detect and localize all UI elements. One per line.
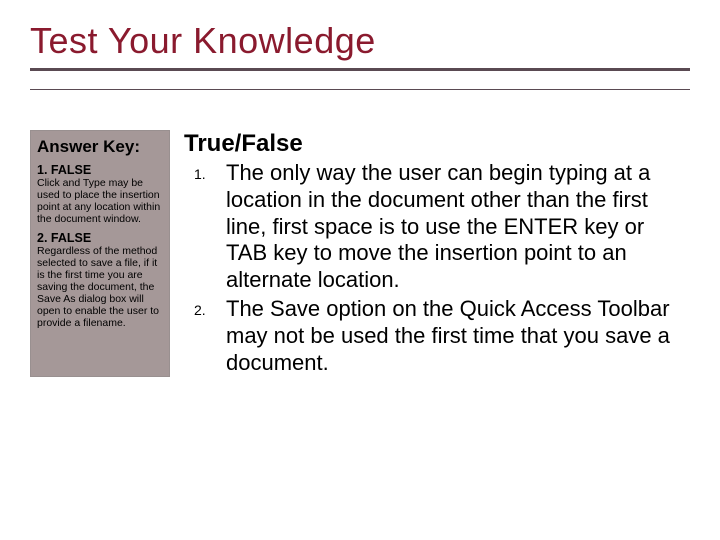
question-text: The Save option on the Quick Access Tool… [226, 296, 690, 376]
answer-label: 1. FALSE [37, 163, 163, 177]
page-title: Test Your Knowledge [30, 20, 690, 62]
answer-key-sidebar: Answer Key: 1. FALSE Click and Type may … [30, 130, 170, 377]
section-heading: True/False [184, 130, 690, 158]
answer-explanation: Regardless of the method selected to sav… [37, 245, 163, 329]
title-rule [30, 68, 690, 90]
question-number: 1. [184, 160, 226, 294]
answer-explanation: Click and Type may be used to place the … [37, 177, 163, 225]
rule-bottom [30, 89, 690, 90]
question-list: 1. The only way the user can begin typin… [184, 160, 690, 377]
content-area: Answer Key: 1. FALSE Click and Type may … [30, 130, 690, 377]
answer-key-heading: Answer Key: [37, 137, 163, 157]
answer-label: 2. FALSE [37, 231, 163, 245]
question-text: The only way the user can begin typing a… [226, 160, 690, 294]
rule-top [30, 68, 690, 71]
question-area: True/False 1. The only way the user can … [184, 130, 690, 377]
list-item: 1. The only way the user can begin typin… [184, 160, 690, 294]
question-number: 2. [184, 296, 226, 376]
slide: Test Your Knowledge Answer Key: 1. FALSE… [0, 0, 720, 387]
list-item: 2. The Save option on the Quick Access T… [184, 296, 690, 376]
